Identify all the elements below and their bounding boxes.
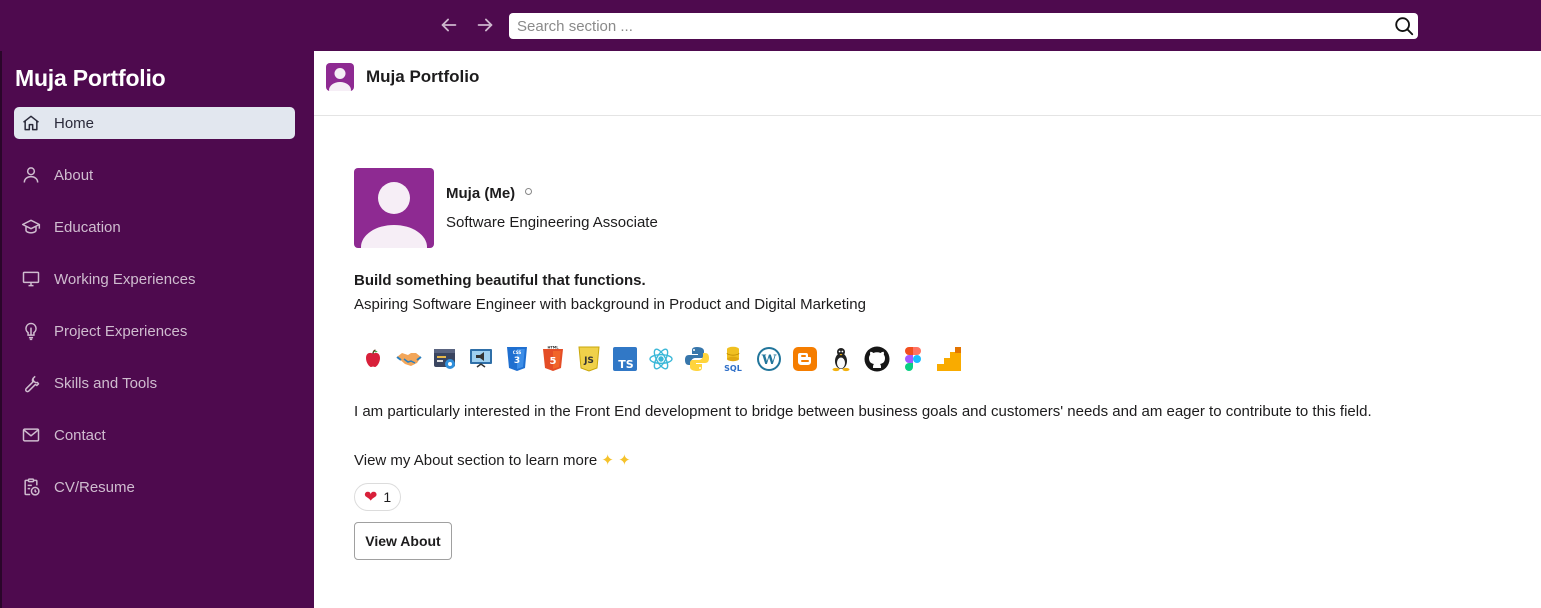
svg-text:JS: JS <box>583 356 594 366</box>
reaction-count: 1 <box>383 489 392 505</box>
html5-icon: 5 HTML <box>538 344 568 374</box>
about-cta-text: View my About section to learn more ✦ ✦ <box>354 451 631 469</box>
css3-icon: 3 CSS <box>502 344 532 374</box>
subheadline: Aspiring Software Engineer with backgrou… <box>354 296 866 313</box>
sidebar-item-education[interactable]: Education <box>14 211 295 243</box>
typescript-icon: TS <box>610 344 640 374</box>
search-input[interactable] <box>509 13 1389 39</box>
search-box <box>509 13 1418 39</box>
figma-icon <box>898 344 928 374</box>
sidebar: Muja Portfolio Home About Education Work… <box>0 51 314 608</box>
profile-role: Software Engineering Associate <box>446 214 658 231</box>
sql-icon: SQL <box>718 344 748 374</box>
profile-name[interactable]: Muja (Me) <box>446 185 515 202</box>
headline: Build something beautiful that functions… <box>354 272 646 289</box>
svg-text:W: W <box>761 353 777 368</box>
sidebar-item-label: Education <box>54 218 121 236</box>
user-icon <box>20 164 42 186</box>
svg-text:SQL: SQL <box>724 364 742 373</box>
wrench-icon <box>20 372 42 394</box>
status-indicator <box>525 188 532 195</box>
svg-text:3: 3 <box>514 356 520 366</box>
home-icon <box>20 112 42 134</box>
lightbulb-icon <box>20 320 42 342</box>
heart-icon: ❤ <box>364 489 378 506</box>
interest-paragraph: I am particularly interested in the Fron… <box>354 403 1372 420</box>
github-icon <box>862 344 892 374</box>
sidebar-item-cv-resume[interactable]: CV/Resume <box>14 471 295 503</box>
arrow-right-icon[interactable] <box>474 14 496 36</box>
page-title: Muja Portfolio <box>366 67 480 86</box>
linux-icon <box>826 344 856 374</box>
sidebar-item-label: Home <box>54 114 95 132</box>
web-settings-icon <box>430 344 460 374</box>
sidebar-item-label: CV/Resume <box>54 478 135 496</box>
mail-icon <box>20 424 42 446</box>
sidebar-item-label: Project Experiences <box>54 322 188 340</box>
blogger-icon <box>790 344 820 374</box>
profile-avatar[interactable] <box>354 168 434 248</box>
wordpress-icon: W <box>754 344 784 374</box>
sidebar-item-about[interactable]: About <box>14 159 295 191</box>
top-bar <box>0 0 1541 51</box>
react-icon <box>646 344 676 374</box>
google-analytics-icon <box>934 344 964 374</box>
star-icon: ✦ <box>601 452 614 469</box>
sidebar-item-contact[interactable]: Contact <box>14 419 295 451</box>
main-content: Muja Portfolio Muja (Me) Software Engine… <box>314 51 1541 608</box>
page-header: Muja Portfolio <box>314 51 1541 116</box>
svg-text:5: 5 <box>550 356 557 367</box>
cta-text: View my About section to learn more <box>354 452 598 469</box>
sidebar-item-label: About <box>54 166 94 184</box>
sidebar-item-home[interactable]: Home <box>14 107 295 139</box>
avatar[interactable] <box>326 63 354 91</box>
sidebar-item-project-experiences[interactable]: Project Experiences <box>14 315 295 347</box>
svg-text:CSS: CSS <box>513 350 522 355</box>
handshake-icon <box>394 344 424 374</box>
svg-text:TS: TS <box>618 358 634 371</box>
sidebar-item-skills-and-tools[interactable]: Skills and Tools <box>14 367 295 399</box>
sidebar-item-label: Working Experiences <box>54 270 196 288</box>
clipboard-clock-icon <box>20 476 42 498</box>
monitor-icon <box>20 268 42 290</box>
sidebar-item-label: Contact <box>54 426 106 444</box>
sidebar-item-label: Skills and Tools <box>54 374 158 392</box>
svg-text:HTML: HTML <box>547 346 559 350</box>
apple-icon <box>358 344 388 374</box>
javascript-icon: JS <box>574 344 604 374</box>
python-icon <box>682 344 712 374</box>
view-about-button[interactable]: View About <box>354 522 452 560</box>
arrow-left-icon[interactable] <box>438 14 460 36</box>
reaction-badge[interactable]: ❤ 1 <box>354 483 402 511</box>
sidebar-item-working-experiences[interactable]: Working Experiences <box>14 263 295 295</box>
star-icon: ✦ <box>618 452 631 469</box>
sidebar-brand: Muja Portfolio <box>15 65 166 91</box>
presentation-icon <box>466 344 496 374</box>
search-icon[interactable] <box>1393 15 1415 37</box>
graduation-cap-icon <box>20 216 42 238</box>
